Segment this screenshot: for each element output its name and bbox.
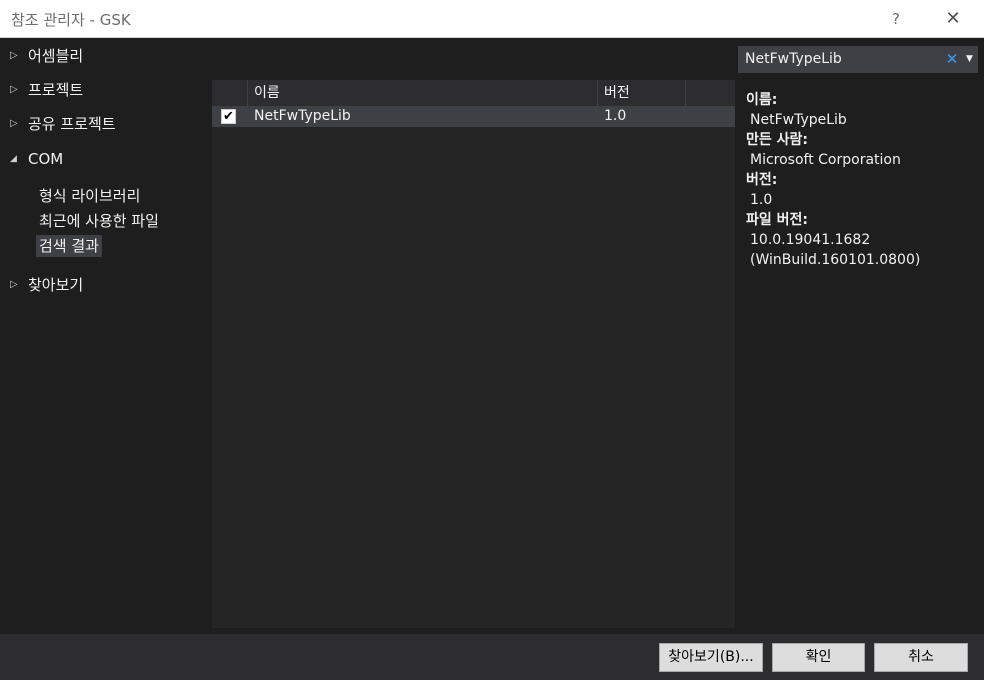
row-name: NetFwTypeLib xyxy=(254,108,351,124)
detail-name-value: NetFwTypeLib xyxy=(750,112,847,128)
tree-node-projects[interactable]: ▷ 프로젝트 xyxy=(0,78,212,102)
tree-child-type-libraries[interactable]: 형식 라이브러리 xyxy=(36,185,143,207)
column-header-name[interactable]: 이름 xyxy=(247,80,598,106)
search-box[interactable]: NetFwTypeLib ✕ ▼ xyxy=(738,46,978,73)
detail-version-label: 버전: xyxy=(746,172,778,188)
reference-list[interactable]: 이름 버전 ✔ NetFwTypeLib 1.0 xyxy=(212,80,735,628)
column-header-filler xyxy=(685,80,735,106)
detail-author-label: 만든 사람: xyxy=(746,132,808,148)
detail-name-label: 이름: xyxy=(746,92,778,108)
table-row[interactable]: ✔ NetFwTypeLib 1.0 xyxy=(212,106,735,127)
search-input[interactable]: NetFwTypeLib xyxy=(745,46,842,73)
expand-arrow-icon[interactable]: ▷ xyxy=(10,44,18,68)
tree-node-label: COM xyxy=(28,150,64,168)
category-tree: ▷ 어셈블리 ▷ 프로젝트 ▷ 공유 프로젝트 ◢ COM 형식 라이브러리 최… xyxy=(0,38,212,634)
tree-node-shared-projects[interactable]: ▷ 공유 프로젝트 xyxy=(0,112,212,136)
expand-arrow-icon[interactable]: ▷ xyxy=(10,78,18,102)
detail-file-build-value: (WinBuild.160101.0800) xyxy=(750,252,921,268)
tree-node-label: 공유 프로젝트 xyxy=(28,115,116,133)
detail-version-value: 1.0 xyxy=(750,192,773,208)
clear-search-icon[interactable]: ✕ xyxy=(944,46,960,73)
help-button[interactable]: ? xyxy=(874,0,918,38)
browse-button[interactable]: 찾아보기(B)... xyxy=(659,643,763,672)
tree-node-browse[interactable]: ▷ 찾아보기 xyxy=(0,273,212,297)
row-checkbox[interactable]: ✔ xyxy=(221,109,236,124)
collapse-arrow-icon[interactable]: ◢ xyxy=(10,147,17,171)
tree-node-label: 찾아보기 xyxy=(28,276,84,294)
details-pane: 이름: NetFwTypeLib 만든 사람: Microsoft Corpor… xyxy=(738,80,980,628)
column-header-version[interactable]: 버전 xyxy=(597,80,686,106)
right-edge-scrollbar[interactable] xyxy=(980,38,984,634)
tree-child-search-results[interactable]: 검색 결과 xyxy=(36,235,102,257)
ok-button[interactable]: 확인 xyxy=(772,643,865,672)
tree-child-recent-files[interactable]: 최근에 사용한 파일 xyxy=(36,210,162,232)
expand-arrow-icon[interactable]: ▷ xyxy=(10,112,18,136)
detail-file-version-value: 10.0.19041.1682 xyxy=(750,232,871,248)
tree-node-label: 프로젝트 xyxy=(28,81,84,99)
expand-arrow-icon[interactable]: ▷ xyxy=(10,273,18,297)
detail-file-version-label: 파일 버전: xyxy=(746,212,808,228)
cancel-button[interactable]: 취소 xyxy=(874,643,968,672)
close-button[interactable]: ✕ xyxy=(930,0,976,38)
row-version: 1.0 xyxy=(604,108,627,124)
title-bar: 참조 관리자 - GSK ? ✕ xyxy=(0,0,984,38)
search-dropdown-icon[interactable]: ▼ xyxy=(963,46,976,73)
button-bar: 찾아보기(B)... 확인 취소 xyxy=(0,634,984,680)
detail-author-value: Microsoft Corporation xyxy=(750,152,901,168)
tree-node-label: 어셈블리 xyxy=(28,47,84,65)
tree-node-com[interactable]: ◢ COM xyxy=(0,147,212,171)
list-header: 이름 버전 xyxy=(212,80,735,106)
tree-node-assemblies[interactable]: ▷ 어셈블리 xyxy=(0,44,212,68)
window-title: 참조 관리자 - GSK xyxy=(11,11,131,29)
